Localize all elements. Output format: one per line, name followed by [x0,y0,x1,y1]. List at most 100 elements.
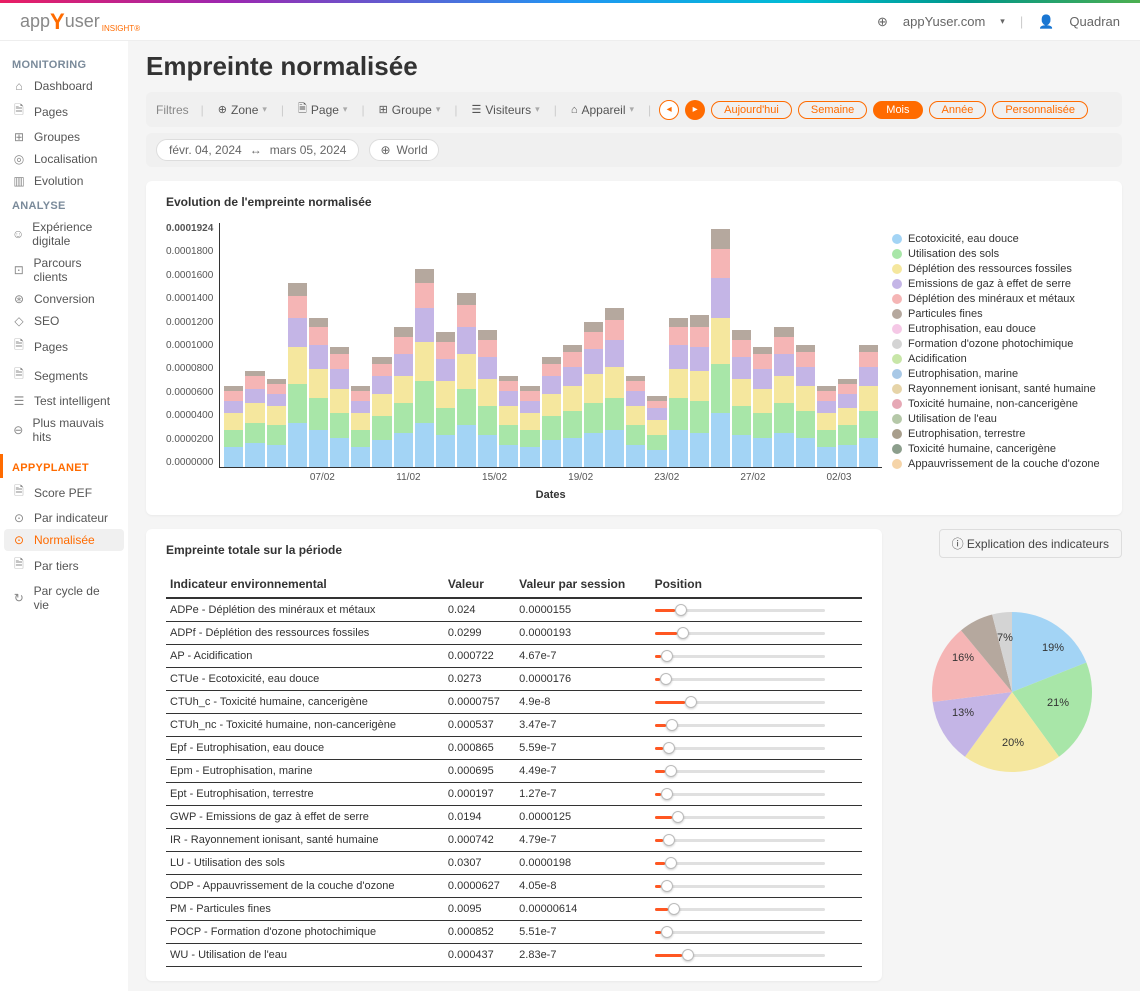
bar-column [267,379,286,467]
sidebar-item-segments[interactable]: 🗎Segments [0,361,128,390]
sidebar-section-appyplanet: APPYPLANET [0,454,128,478]
date-range[interactable]: févr. 04, 2024 ↔ mars 05, 2024 [156,139,359,161]
nav-icon: ☰ [12,394,26,408]
sidebar-item-par-indicateur[interactable]: ⊙Par indicateur [0,507,128,529]
cell-value: 0.0000757 [444,691,515,714]
legend-dot [892,414,902,424]
bar-column [774,327,793,467]
legend-item[interactable]: Rayonnement ionisant, santé humaine [892,383,1102,395]
legend-item[interactable]: Utilisation de l'eau [892,413,1102,425]
legend-item[interactable]: Déplétion des minéraux et métaux [892,293,1102,305]
cell-position [651,783,862,806]
sidebar-item-dashboard[interactable]: ⌂Dashboard [0,75,128,97]
legend-item[interactable]: Toxicité humaine, cancerigène [892,443,1102,455]
nav-icon: ⊡ [12,263,26,277]
sidebar-item-evolution[interactable]: ▥Evolution [0,170,128,192]
cell-value: 0.000197 [444,783,515,806]
period-année[interactable]: Année [929,101,987,119]
legend-item[interactable]: Appauvrissement de la couche d'ozone [892,458,1102,470]
period-mois[interactable]: Mois [873,101,922,119]
sidebar-item-groupes[interactable]: ⊞Groupes [0,126,128,148]
legend-item[interactable]: Eutrophisation, eau douce [892,323,1102,335]
bar-column [563,345,582,467]
table-header: Indicateur environnemental [166,571,444,598]
x-label: Dates [219,489,882,501]
legend-item[interactable]: Particules fines [892,308,1102,320]
legend-item[interactable]: Eutrophisation, terrestre [892,428,1102,440]
legend-label: Eutrophisation, eau douce [908,323,1036,335]
username[interactable]: Quadran [1069,14,1120,29]
legend-item[interactable]: Eutrophisation, marine [892,368,1102,380]
chart-legend: Ecotoxicité, eau douce Utilisation des so… [892,223,1102,501]
filter-groupe[interactable]: ⊞Groupe▾ [373,101,447,119]
legend-item[interactable]: Toxicité humaine, non-cancerigène [892,398,1102,410]
bar-column [415,269,434,467]
sidebar-item-score-pef[interactable]: 🗎Score PEF [0,478,128,507]
indicators-table: Indicateur environnementalValeurValeur p… [166,571,862,967]
bar-column [838,379,857,467]
filter-zone[interactable]: ⊕Zone▾ [212,101,273,119]
filter-visiteurs[interactable]: ☰Visiteurs▾ [465,101,545,119]
sidebar-item-plus-mauvais-hits[interactable]: ⊖Plus mauvais hits [0,412,128,448]
sidebar-item-par-tiers[interactable]: 🗎Par tiers [0,551,128,580]
sidebar: MONITORING⌂Dashboard🗎Pages⊞Groupes◎Local… [0,41,128,991]
period-semaine[interactable]: Semaine [798,101,867,119]
prev-button[interactable]: ◂ [659,100,679,120]
cell-name: Ept - Eutrophisation, terrestre [166,783,444,806]
cell-name: ADPf - Déplétion des ressources fossiles [166,622,444,645]
x-axis: 07/0211/0215/0219/0223/0227/0202/03 [219,472,882,483]
cell-vps: 5.51e-7 [515,921,650,944]
sidebar-item-expérience-digitale[interactable]: ☺Expérience digitale [0,216,128,252]
cell-name: ODP - Appauvrissement de la couche d'ozo… [166,875,444,898]
cell-value: 0.0299 [444,622,515,645]
region-select[interactable]: ⊕ World [369,139,438,161]
pie-label: 21% [1047,697,1069,709]
sidebar-item-parcours-clients[interactable]: ⊡Parcours clients [0,252,128,288]
cell-value: 0.000722 [444,645,515,668]
period-aujourd'hui[interactable]: Aujourd'hui [711,101,792,119]
nav-label: Par tiers [34,559,79,573]
sidebar-section-monitoring: MONITORING [0,51,128,75]
legend-label: Toxicité humaine, cancerigène [908,443,1056,455]
legend-item[interactable]: Acidification [892,353,1102,365]
site-link[interactable]: appYuser.com [903,14,985,29]
sidebar-item-normalisée[interactable]: ⊙Normalisée [4,529,124,551]
nav-label: Groupes [34,130,80,144]
bar-column [309,318,328,467]
sidebar-item-test-intelligent[interactable]: ☰Test intelligent [0,390,128,412]
filter-page[interactable]: 🗎Page▾ [292,98,353,121]
legend-item[interactable]: Utilisation des sols [892,248,1102,260]
explain-indicators-button[interactable]: ⓘ Explication des indicateurs [939,529,1122,558]
table-header: Valeur [444,571,515,598]
sidebar-item-pages[interactable]: 🗎Pages [0,332,128,361]
next-button[interactable]: ▸ [685,100,705,120]
legend-dot [892,444,902,454]
period-personnalisée[interactable]: Personnalisée [992,101,1088,119]
sidebar-item-conversion[interactable]: ⊛Conversion [0,288,128,310]
nav-icon: ☺ [12,227,24,241]
bar-column [288,283,307,467]
legend-dot [892,429,902,439]
legend-item[interactable]: Emissions de gaz à effet de serre [892,278,1102,290]
bar-column [669,318,688,467]
nav-icon: ◇ [12,314,26,328]
logo-app: app [20,11,50,32]
sidebar-item-localisation[interactable]: ◎Localisation [0,148,128,170]
sidebar-item-pages[interactable]: 🗎Pages [0,97,128,126]
filter-visiteurs-label: Visiteurs [485,103,531,117]
cell-name: GWP - Emissions de gaz à effet de serre [166,806,444,829]
filters-label: Filtres [156,103,189,117]
bar-column [245,371,264,467]
sidebar-item-par-cycle-de-vie[interactable]: ↻Par cycle de vie [0,580,128,616]
legend-item[interactable]: Déplétion des ressources fossiles [892,263,1102,275]
legend-item[interactable]: Ecotoxicité, eau douce [892,233,1102,245]
cell-value: 0.000852 [444,921,515,944]
table-row: Ept - Eutrophisation, terrestre0.0001971… [166,783,862,806]
sidebar-item-seo[interactable]: ◇SEO [0,310,128,332]
legend-item[interactable]: Formation d'ozone photochimique [892,338,1102,350]
table-row: WU - Utilisation de l'eau0.0004372.83e-7 [166,944,862,967]
table-row: AP - Acidification0.0007224.67e-7 [166,645,862,668]
legend-dot [892,279,902,289]
cell-value: 0.000695 [444,760,515,783]
filter-appareil[interactable]: ⌂Appareil▾ [565,101,640,119]
